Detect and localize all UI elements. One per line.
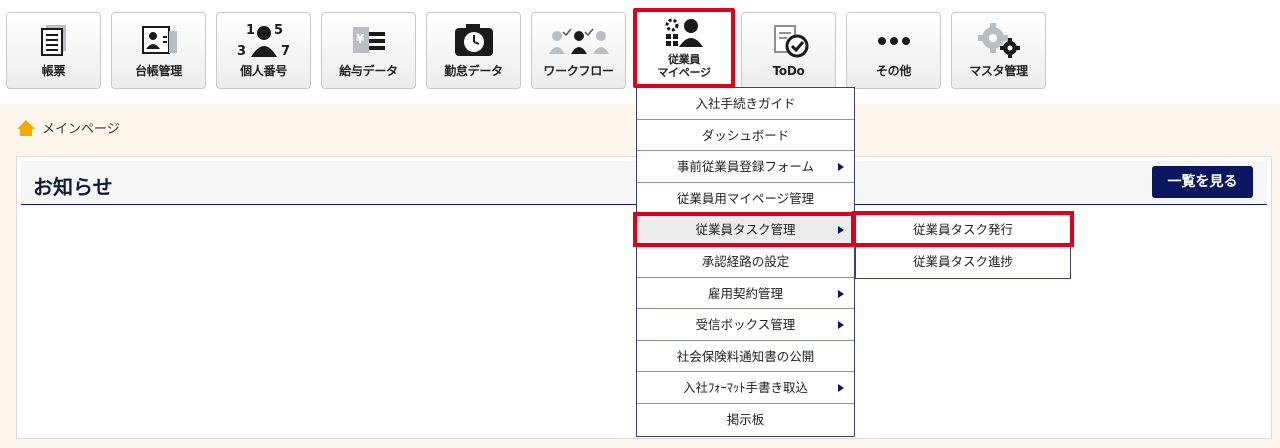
employee-mypage-icon xyxy=(637,18,731,48)
svg-text:1: 1 xyxy=(246,23,255,38)
toolbar-button-more[interactable]: その他 xyxy=(846,12,941,89)
master-gears-icon xyxy=(952,21,1045,61)
salary-icon: ¥ xyxy=(322,21,415,61)
submenu-arrow-icon xyxy=(838,163,844,172)
menu-item-insurance-notice[interactable]: 社会保険料通知書の公開 xyxy=(637,341,854,373)
toolbar-button-personal-number[interactable]: 1 5 3 7 個人番号 xyxy=(216,12,311,89)
toolbar-label: 台帳管理 xyxy=(135,64,182,78)
menu-item-inbox-admin[interactable]: 受信ボックス管理 xyxy=(637,309,854,341)
submenu-arrow-icon xyxy=(838,384,844,393)
toolbar-button-workflow[interactable]: ワークフロー xyxy=(531,12,626,89)
menu-item-label: 従業員タスク管理 xyxy=(695,222,796,238)
toolbar-button-salary[interactable]: ¥ 給与データ xyxy=(321,12,416,89)
menu-item-label: 掲示板 xyxy=(726,411,765,427)
toolbar-button-attendance[interactable]: 勤怠データ xyxy=(426,12,521,89)
menu-item-onboarding-guide[interactable]: 入社手続きガイド xyxy=(637,88,854,120)
breadcrumb-label: メインページ xyxy=(42,122,120,137)
menu-item-bulletin-board[interactable]: 掲示板 xyxy=(637,404,854,436)
submenu-arrow-icon xyxy=(838,226,844,235)
toolbar-button-todo[interactable]: ToDo xyxy=(741,12,836,89)
toolbar-button-employee-mypage[interactable]: 従業員 マイページ xyxy=(633,8,735,88)
toolbar-label: 個人番号 xyxy=(240,64,287,78)
toolbar-label: 勤怠データ xyxy=(444,64,503,78)
toolbar-button-ledger[interactable]: 台帳管理 xyxy=(111,12,206,89)
menu-item-employee-mypage-admin[interactable]: 従業員用マイページ管理 xyxy=(637,183,854,215)
report-icon xyxy=(7,21,100,61)
toolbar-label: 従業員 マイページ xyxy=(637,53,731,79)
notice-title: お知らせ xyxy=(33,175,113,199)
toolbar-label: ワークフロー xyxy=(543,64,614,78)
submenu-item-task-issue[interactable]: 従業員タスク発行 xyxy=(856,214,1070,246)
menu-item-handwritten-import[interactable]: 入社ﾌｫｰﾏｯﾄ手書き取込 xyxy=(637,372,854,404)
toolbar-button-reports[interactable]: 帳票 xyxy=(6,12,101,89)
toolbar-label-line1: 従業員 xyxy=(667,53,701,66)
submenu-arrow-icon xyxy=(838,289,844,298)
todo-icon xyxy=(742,21,835,61)
menu-item-label: 社会保険料通知書の公開 xyxy=(676,348,815,364)
svg-text:¥: ¥ xyxy=(356,32,365,46)
svg-text:7: 7 xyxy=(281,44,290,59)
menu-item-label: 従業員用マイページ管理 xyxy=(676,190,815,206)
menu-item-label: 受信ボックス管理 xyxy=(695,317,796,333)
attendance-icon xyxy=(427,21,520,61)
toolbar-label: マスタ管理 xyxy=(969,64,1028,78)
svg-text:5: 5 xyxy=(274,23,283,38)
menu-item-employment-contract[interactable]: 雇用契約管理 xyxy=(637,278,854,310)
personal-number-icon: 1 5 3 7 xyxy=(217,21,310,61)
toolbar-label: その他 xyxy=(875,64,912,78)
menu-item-label: 入社ﾌｫｰﾏｯﾄ手書き取込 xyxy=(682,380,808,396)
menu-item-pre-registration-form[interactable]: 事前従業員登録フォーム xyxy=(637,151,854,183)
menu-item-label: 事前従業員登録フォーム xyxy=(676,159,815,175)
svg-text:3: 3 xyxy=(237,44,246,59)
toolbar-label: 帳票 xyxy=(41,64,66,78)
menu-item-employee-task-admin[interactable]: 従業員タスク管理 xyxy=(637,214,854,246)
toolbar-button-master[interactable]: マスタ管理 xyxy=(951,12,1046,89)
view-all-button[interactable]: 一覧を見る xyxy=(1152,166,1253,198)
ledger-icon xyxy=(112,21,205,61)
menu-item-label: 雇用契約管理 xyxy=(707,285,783,301)
toolbar-label: ToDo xyxy=(772,64,805,78)
workflow-icon xyxy=(532,21,625,61)
menu-item-label: 承認経路の設定 xyxy=(701,253,790,269)
menu-item-label: 入社手続きガイド xyxy=(695,96,796,111)
more-icon xyxy=(847,21,940,61)
home-icon xyxy=(17,119,35,136)
submenu-item-task-progress[interactable]: 従業員タスク進捗 xyxy=(856,246,1070,278)
employee-mypage-menu: 入社手続きガイド ダッシュボード 事前従業員登録フォーム 従業員用マイページ管理… xyxy=(636,87,855,437)
menu-item-label: ダッシュボード xyxy=(701,127,790,143)
employee-task-submenu: 従業員タスク発行 従業員タスク進捗 xyxy=(855,213,1071,279)
menu-item-dashboard[interactable]: ダッシュボード xyxy=(637,120,854,152)
toolbar-label-line2: マイページ xyxy=(657,66,711,79)
submenu-arrow-icon xyxy=(838,321,844,330)
menu-item-approval-route[interactable]: 承認経路の設定 xyxy=(637,246,854,278)
breadcrumb[interactable]: メインページ xyxy=(16,118,120,137)
toolbar-label: 給与データ xyxy=(339,64,398,78)
